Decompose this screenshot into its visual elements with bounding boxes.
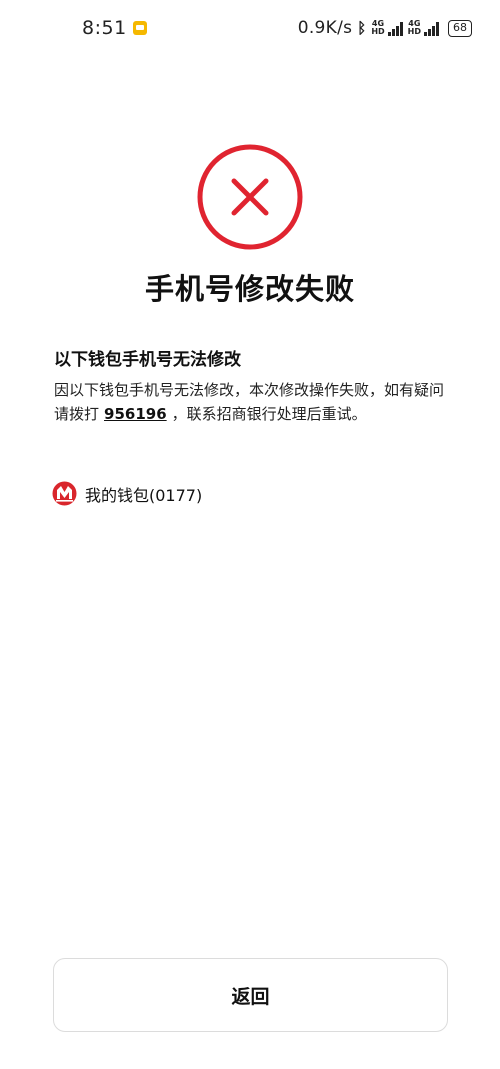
message-notification-icon bbox=[132, 21, 147, 35]
status-time: 8:51 bbox=[82, 17, 127, 39]
notice-heading: 以下钱包手机号无法修改 bbox=[54, 350, 241, 370]
notice-description: 因以下钱包手机号无法修改，本次修改操作失败，如有疑问请拨打 956196 ，联系招商… bbox=[54, 378, 454, 426]
phone-number-link[interactable]: 956196 bbox=[99, 405, 172, 423]
wallet-item: 我的钱包(0177) bbox=[52, 481, 202, 506]
status-bar: 8:51 0.9K/s ᛒ 4G HD 4G HD 68 bbox=[0, 0, 500, 56]
error-x-circle-icon bbox=[197, 144, 303, 250]
cmb-bank-logo-icon bbox=[52, 481, 77, 506]
back-button-label: 返回 bbox=[231, 985, 270, 1008]
network-speed: 0.9K/s bbox=[297, 18, 353, 38]
status-right: 0.9K/s ᛒ 4G HD 4G HD 68 bbox=[298, 18, 472, 38]
signal-bars-icon bbox=[424, 22, 439, 36]
sim1-label: 4G HD bbox=[371, 19, 385, 36]
back-button[interactable]: 返回 bbox=[53, 958, 448, 1032]
page-title: 手机号修改失败 bbox=[144, 272, 355, 306]
signal-bars-icon bbox=[387, 22, 403, 36]
bluetooth-icon: ᛒ bbox=[357, 19, 367, 37]
wallet-label: 我的钱包(0177) bbox=[85, 485, 203, 505]
notice-desc-suffix: ，联系招商银行处理后重试。 bbox=[171, 405, 367, 423]
sim1-signal: 4G HD bbox=[371, 19, 403, 36]
result-page: 8:51 0.9K/s ᛒ 4G HD 4G HD 68 手机号修改失败 以下钱… bbox=[0, 0, 500, 1069]
battery-icon: 68 bbox=[448, 19, 472, 37]
battery-level: 68 bbox=[453, 21, 467, 34]
sim2-label: 4G HD bbox=[407, 19, 421, 36]
sim2-signal: 4G HD bbox=[408, 20, 439, 36]
status-left: 8:51 bbox=[82, 17, 147, 39]
